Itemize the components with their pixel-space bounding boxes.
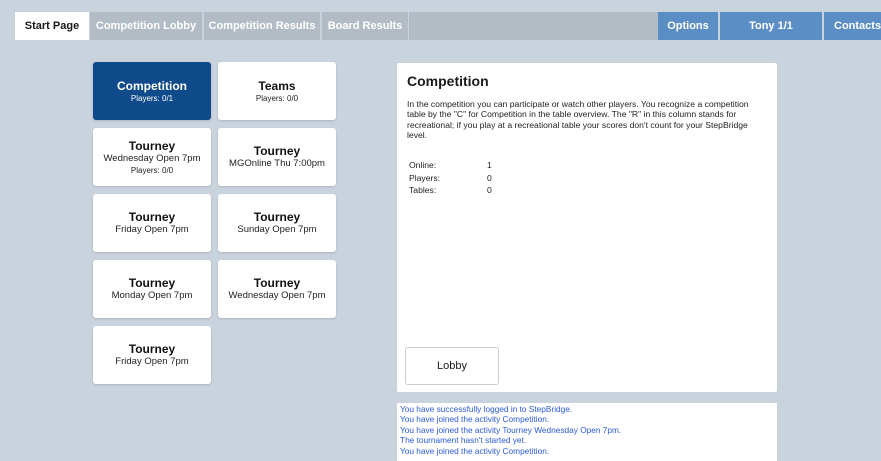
card-subtitle: Players: 0/0	[255, 93, 299, 103]
card-title: Tourney	[128, 276, 176, 290]
log-message: The tournament hasn't started yet.	[400, 435, 527, 446]
card-detail: Players: 0/0	[130, 165, 174, 175]
activity-stats: Online: 1 Players: 0 Tables: 0	[409, 159, 492, 197]
activity-card-tourney[interactable]: Tourney Friday Open 7pm	[93, 326, 211, 384]
stat-value: 1	[487, 160, 492, 171]
activity-card-tourney[interactable]: Tourney Wednesday Open 7pm	[218, 260, 336, 318]
activity-info-panel: Competition In the competition you can p…	[397, 63, 777, 392]
activity-card-competition[interactable]: Competition Players: 0/1	[93, 62, 211, 120]
card-title: Tourney	[253, 210, 301, 224]
tab-options[interactable]: Options	[658, 12, 718, 40]
card-title: Tourney	[253, 144, 301, 158]
tab-competition-lobby[interactable]: Competition Lobby	[90, 12, 202, 40]
tab-bar-filler	[409, 12, 658, 40]
card-subtitle: Wednesday Open 7pm	[103, 152, 201, 164]
activity-card-tourney[interactable]: Tourney Friday Open 7pm	[93, 194, 211, 252]
message-log[interactable]: You have successfully logged in to StepB…	[397, 403, 777, 461]
tab-board-results[interactable]: Board Results	[322, 12, 408, 40]
card-title: Tourney	[128, 138, 176, 153]
log-message: You have successfully logged in to StepB…	[400, 404, 573, 414]
log-message: You have joined the activity Competition…	[400, 445, 550, 456]
tab-competition-results[interactable]: Competition Results	[204, 12, 320, 40]
card-title: Competition	[117, 78, 187, 93]
card-title: Tourney	[128, 342, 176, 356]
card-subtitle: Monday Open 7pm	[111, 290, 193, 301]
log-message: You have joined the activity Competition…	[400, 414, 550, 425]
card-title: Tourney	[128, 210, 176, 224]
stat-online: Online: 1	[409, 159, 492, 172]
panel-title: Competition	[407, 73, 489, 89]
log-message: You have joined the activity Tourney Wed…	[400, 424, 622, 435]
card-title: Tourney	[253, 276, 301, 290]
activity-card-teams[interactable]: Teams Players: 0/0	[218, 62, 336, 120]
card-subtitle: Friday Open 7pm	[115, 224, 189, 235]
card-subtitle: Players: 0/1	[130, 93, 174, 103]
tab-contacts[interactable]: Contacts	[824, 12, 881, 40]
card-subtitle: MGOnline Thu 7:00pm	[229, 158, 325, 169]
card-title: Teams	[258, 78, 296, 93]
activity-card-tourney[interactable]: Tourney Wednesday Open 7pm Players: 0/0	[93, 128, 211, 186]
stat-players: Players: 0	[409, 172, 492, 185]
stat-label: Tables:	[409, 185, 437, 196]
tab-user-account[interactable]: Tony 1/1	[720, 12, 822, 40]
activity-card-tourney[interactable]: Tourney Sunday Open 7pm	[218, 194, 336, 252]
activity-card-tourney[interactable]: Tourney MGOnline Thu 7:00pm	[218, 128, 336, 186]
card-subtitle: Friday Open 7pm	[115, 356, 189, 367]
panel-description: In the competition you can participate o…	[407, 99, 749, 141]
stat-value: 0	[487, 185, 492, 196]
top-tab-bar: Start Page Competition Lobby Competition…	[0, 0, 881, 40]
stat-tables: Tables: 0	[409, 184, 492, 197]
card-subtitle: Sunday Open 7pm	[237, 224, 317, 235]
stat-value: 0	[487, 172, 492, 183]
card-subtitle: Wednesday Open 7pm	[228, 290, 326, 301]
lobby-button[interactable]: Lobby	[405, 347, 499, 385]
activity-card-tourney[interactable]: Tourney Monday Open 7pm	[93, 260, 211, 318]
tab-start-page[interactable]: Start Page	[15, 12, 89, 40]
stat-label: Online:	[409, 160, 437, 171]
stat-label: Players:	[409, 172, 441, 183]
